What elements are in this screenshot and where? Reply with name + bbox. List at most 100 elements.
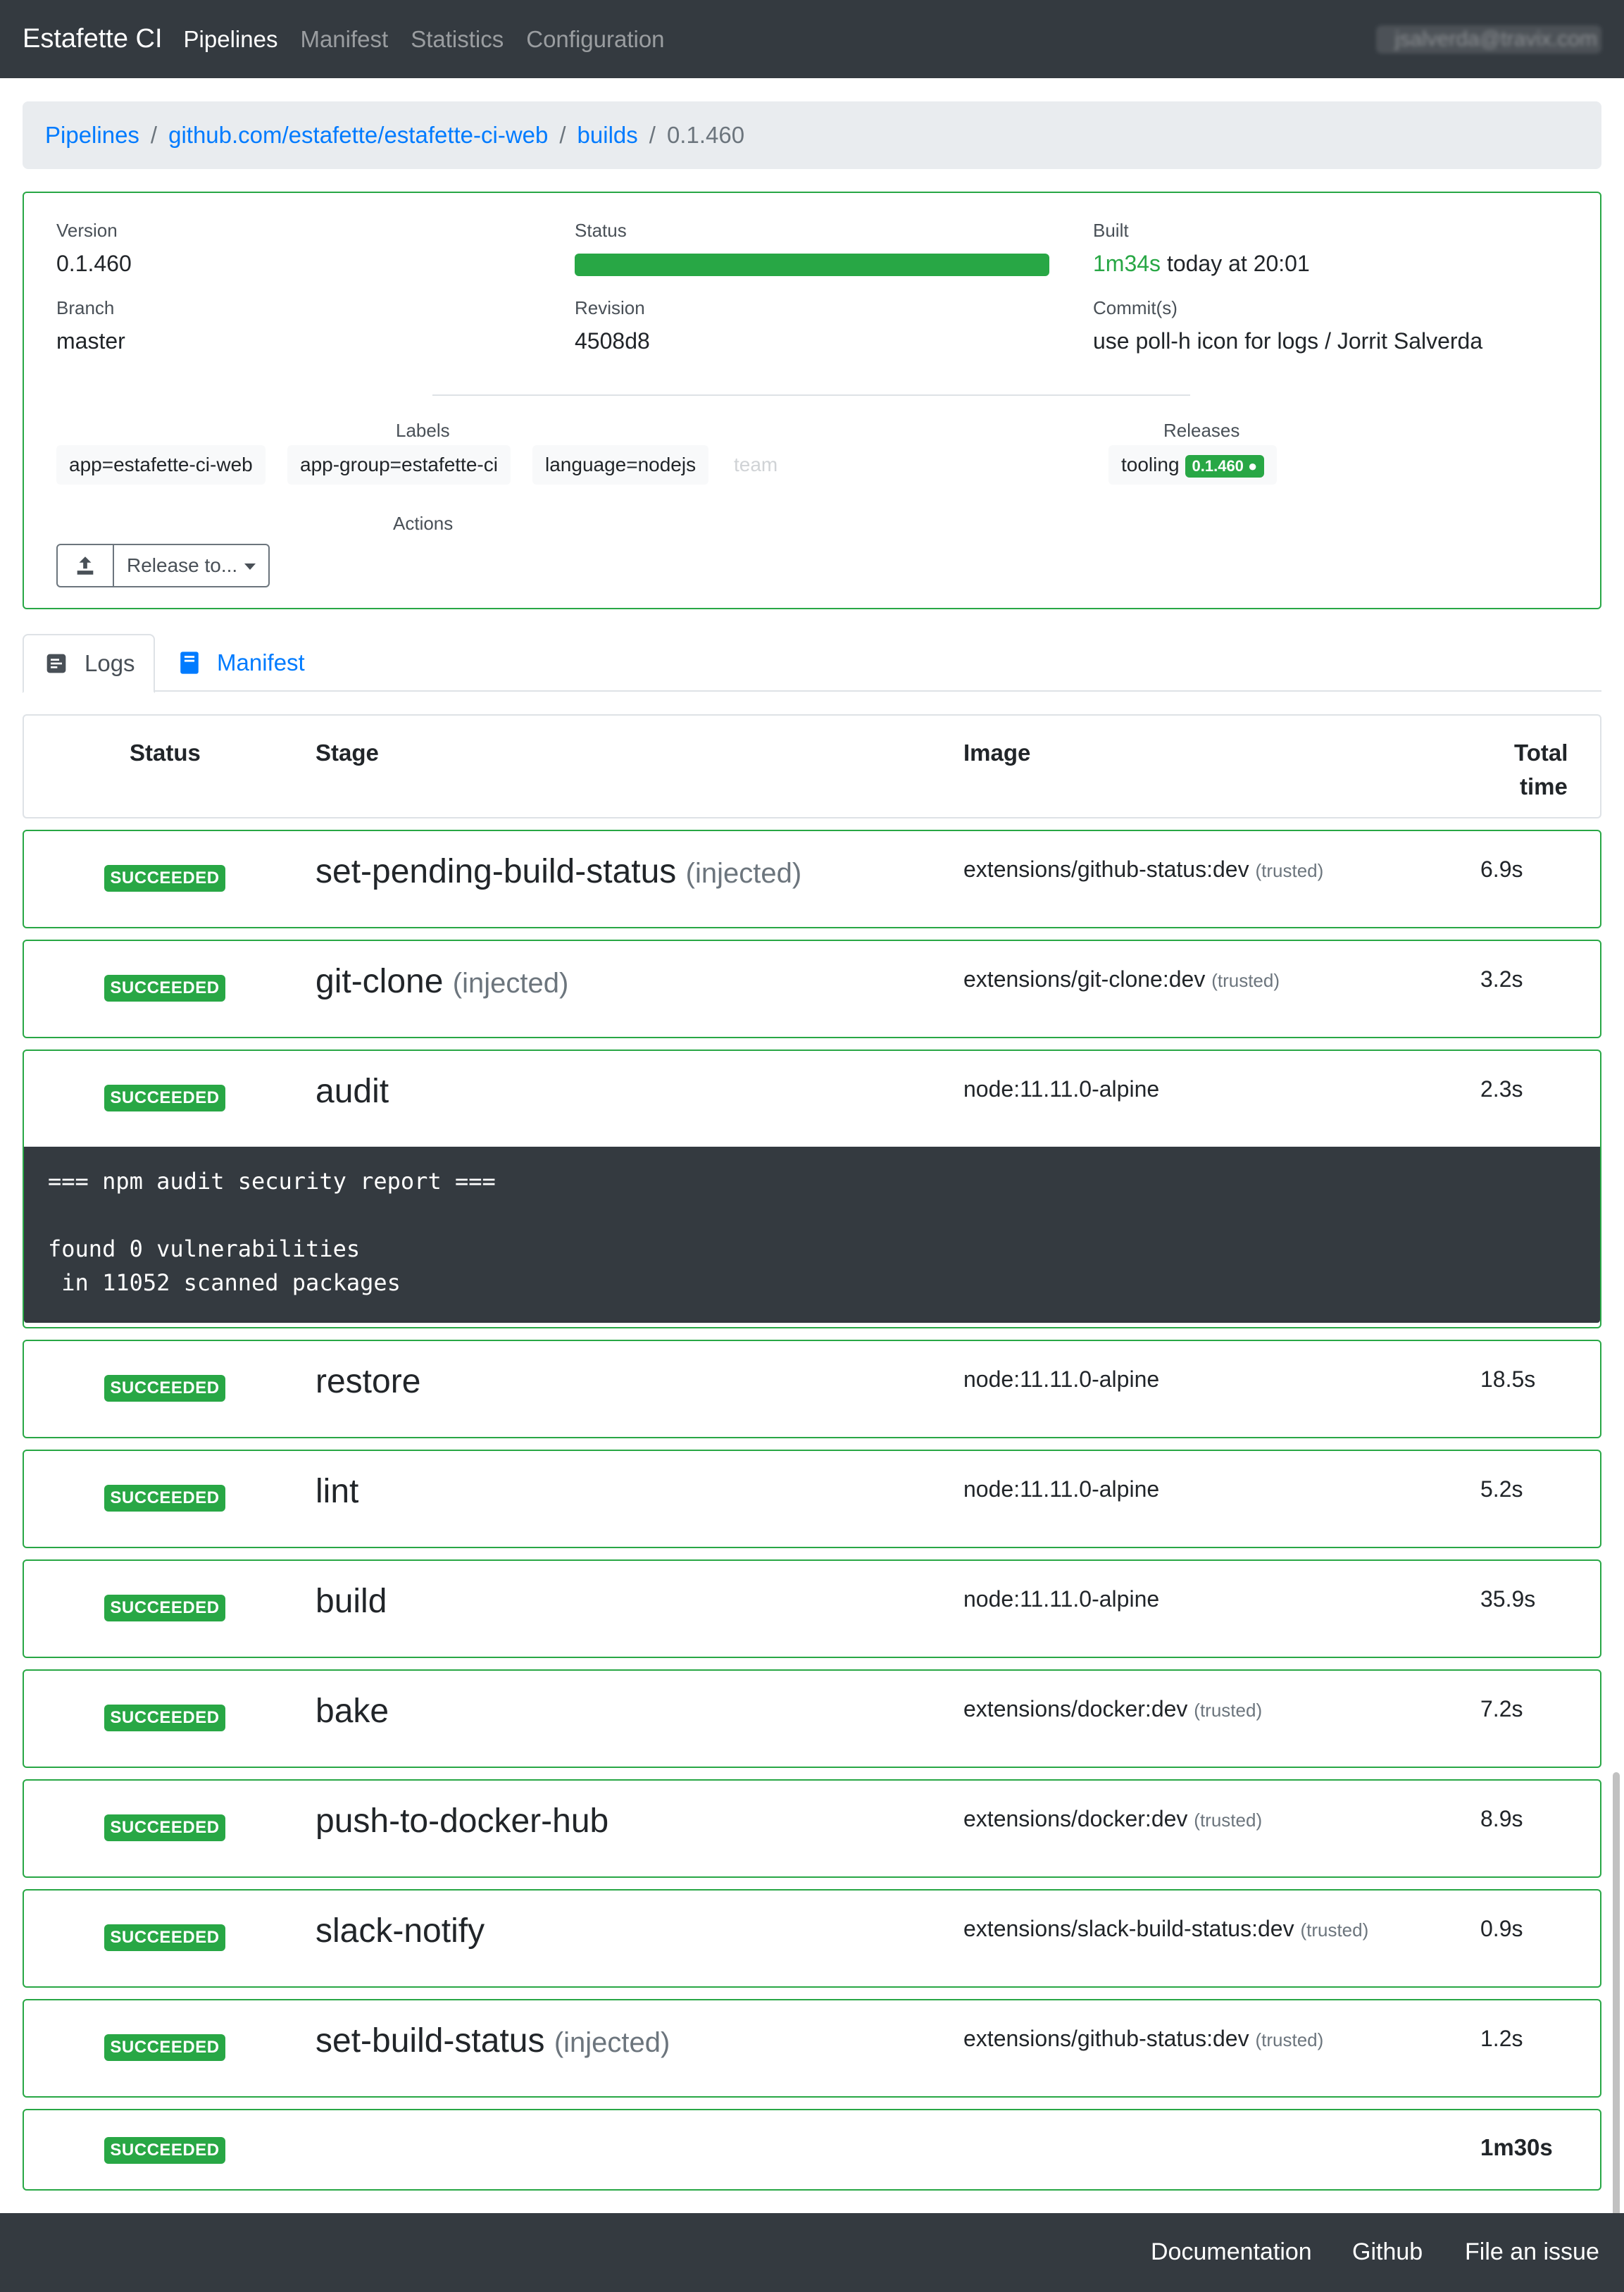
stage-image: extensions/docker:dev (trusted): [963, 1806, 1262, 1832]
stage-name-text: slack-notify: [316, 1912, 485, 1950]
tab-logs-label: Logs: [85, 650, 135, 676]
stage-row-expanded[interactable]: SUCCEEDED audit node:11.11.0-alpine 2.3s…: [23, 1050, 1601, 1328]
status-badge: SUCCEEDED: [104, 2034, 225, 2061]
fire-icon: ●: [1248, 456, 1258, 475]
breadcrumb-separator: /: [150, 122, 158, 148]
breadcrumb-repo[interactable]: github.com/estafette/estafette-ci-web: [168, 122, 548, 149]
trusted-tag: (trusted): [1255, 2029, 1324, 2050]
trusted-tag: (trusted): [1211, 970, 1280, 991]
footer-github-link[interactable]: Github: [1352, 2238, 1423, 2266]
stage-row[interactable]: SUCCEEDED set-pending-build-status (inje…: [23, 830, 1601, 928]
top-navbar: Estafette CI Pipelines Manifest Statisti…: [0, 0, 1624, 78]
status-badge: SUCCEEDED: [104, 865, 225, 892]
image-name: node:11.11.0-alpine: [963, 1476, 1160, 1502]
tab-manifest[interactable]: Manifest: [179, 634, 305, 692]
nav-configuration[interactable]: Configuration: [526, 26, 664, 53]
divider: [432, 394, 1190, 396]
breadcrumb: Pipelines / github.com/estafette/estafet…: [23, 101, 1601, 169]
stage-image: node:11.11.0-alpine: [963, 1076, 1159, 1102]
label-chip: language=nodejs: [532, 445, 709, 485]
nav-statistics[interactable]: Statistics: [411, 26, 504, 53]
upload-icon: [77, 556, 94, 575]
breadcrumb-separator: /: [649, 122, 656, 148]
stage-name-text: set-build-status: [316, 2022, 545, 2060]
status-badge: SUCCEEDED: [104, 1085, 225, 1111]
release-chip[interactable]: tooling 0.1.460 ●: [1108, 445, 1278, 485]
stage-row[interactable]: SUCCEEDED build node:11.11.0-alpine 35.9…: [23, 1559, 1601, 1658]
image-name: node:11.11.0-alpine: [963, 1076, 1160, 1102]
status-progress-bar: [575, 254, 1049, 276]
stage-name-text: audit: [316, 1073, 389, 1110]
stage-image: extensions/github-status:dev (trusted): [963, 857, 1323, 883]
revision-label: Revision: [575, 297, 645, 318]
footer: Documentation Github File an issue: [0, 2213, 1624, 2292]
injected-tag: (injected): [685, 858, 802, 889]
stage-row[interactable]: SUCCEEDED set-build-status (injected) ex…: [23, 1999, 1601, 2098]
stage-time: 6.9s: [1480, 857, 1523, 882]
tab-logs[interactable]: Logs: [23, 634, 155, 693]
tab-manifest-label: Manifest: [217, 649, 305, 675]
image-name: extensions/docker:dev: [963, 1806, 1188, 1831]
status-badge: SUCCEEDED: [104, 1924, 225, 1951]
injected-tag: (injected): [452, 968, 569, 999]
trusted-tag: (trusted): [1255, 860, 1324, 881]
stage-image: node:11.11.0-alpine: [963, 1586, 1159, 1612]
log-line: found 0 vulnerabilities: [48, 1235, 361, 1262]
built-time: today at 20:01: [1166, 251, 1310, 276]
nav-pipelines[interactable]: Pipelines: [184, 26, 278, 53]
stage-image: node:11.11.0-alpine: [963, 1366, 1159, 1393]
nav-manifest[interactable]: Manifest: [300, 26, 388, 53]
user-email[interactable]: jsalverda@travix.com: [1376, 25, 1601, 54]
branch-value: master: [56, 328, 125, 354]
header-stage: Stage: [316, 740, 379, 766]
image-name: extensions/github-status:dev: [963, 857, 1249, 882]
built-value: 1m34s today at 20:01: [1093, 251, 1310, 277]
image-name: node:11.11.0-alpine: [963, 1586, 1160, 1612]
image-name: extensions/git-clone:dev: [963, 966, 1206, 992]
label-chip: app=estafette-ci-web: [56, 445, 266, 485]
stage-row[interactable]: SUCCEEDED git-clone (injected) extension…: [23, 940, 1601, 1038]
stage-name-text: set-pending-build-status: [316, 853, 677, 890]
stage-row[interactable]: SUCCEEDED bake extensions/docker:dev (tr…: [23, 1669, 1601, 1768]
stage-image: extensions/docker:dev (trusted): [963, 1696, 1262, 1722]
log-output: === npm audit security report === found …: [24, 1147, 1600, 1323]
breadcrumb-builds[interactable]: builds: [577, 122, 638, 149]
stage-row[interactable]: SUCCEEDED push-to-docker-hub extensions/…: [23, 1779, 1601, 1878]
stage-name: slack-notify: [316, 1912, 485, 1950]
stage-name: git-clone (injected): [316, 962, 568, 1001]
label-chip: app-group=estafette-ci: [287, 445, 511, 485]
stage-name: set-pending-build-status (injected): [316, 852, 801, 891]
stage-time: 35.9s: [1480, 1586, 1536, 1612]
stage-name: push-to-docker-hub: [316, 1802, 608, 1841]
brand-logo[interactable]: Estafette CI: [23, 24, 163, 54]
stage-image: extensions/github-status:dev (trusted): [963, 2026, 1323, 2052]
release-upload-button[interactable]: [58, 545, 114, 586]
breadcrumb-separator: /: [559, 122, 566, 148]
footer-file-issue-link[interactable]: File an issue: [1465, 2238, 1599, 2266]
status-badge: SUCCEEDED: [104, 1595, 225, 1621]
stage-time: 3.2s: [1480, 966, 1523, 992]
stage-image: extensions/git-clone:dev (trusted): [963, 966, 1280, 992]
stage-row[interactable]: SUCCEEDED restore node:11.11.0-alpine 18…: [23, 1340, 1601, 1438]
commits-value: use poll-h icon for logs / Jorrit Salver…: [1093, 328, 1483, 354]
header-status: Status: [130, 740, 201, 766]
status-badge: SUCCEEDED: [104, 1705, 225, 1731]
header-time: time: [1520, 773, 1568, 799]
stage-row[interactable]: SUCCEEDED slack-notify extensions/slack-…: [23, 1889, 1601, 1988]
header-total: Total: [1514, 740, 1568, 766]
stage-row[interactable]: SUCCEEDED lint node:11.11.0-alpine 5.2s: [23, 1450, 1601, 1548]
status-label: Status: [575, 220, 627, 241]
status-badge: SUCCEEDED: [104, 1375, 225, 1402]
version-label: Version: [56, 220, 118, 241]
built-duration: 1m34s: [1093, 251, 1161, 276]
stage-name: lint: [316, 1472, 358, 1511]
caret-down-icon: [244, 563, 256, 571]
release-to-dropdown[interactable]: Release to...: [114, 545, 268, 586]
stage-name: restore: [316, 1362, 420, 1401]
footer-documentation-link[interactable]: Documentation: [1151, 2238, 1312, 2266]
stage-image: node:11.11.0-alpine: [963, 1476, 1159, 1502]
release-version-badge: 0.1.460 ●: [1185, 454, 1265, 478]
stage-time: 1.2s: [1480, 2026, 1523, 2051]
breadcrumb-pipelines[interactable]: Pipelines: [45, 122, 139, 149]
release-to-label: Release to...: [127, 554, 238, 576]
